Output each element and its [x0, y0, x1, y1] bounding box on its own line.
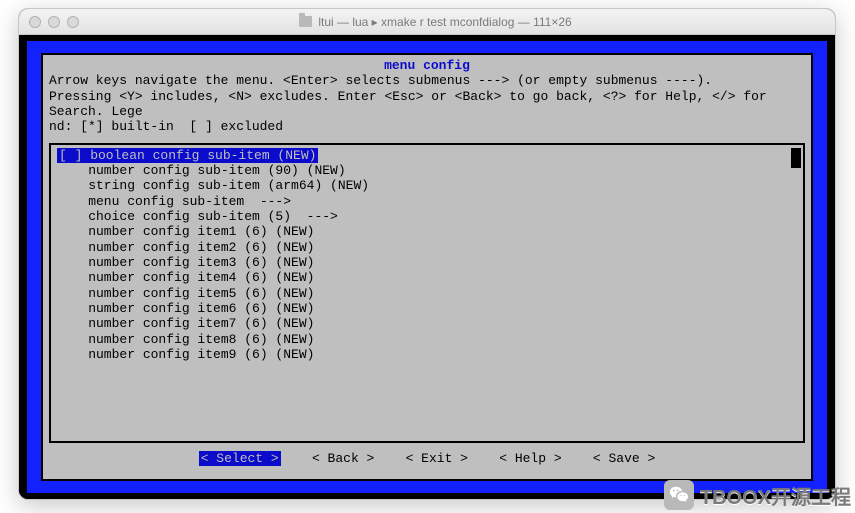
save-button[interactable]: < Save > — [593, 451, 655, 466]
help-text-line1: Arrow keys navigate the menu. <Enter> se… — [49, 73, 805, 88]
menu-item[interactable]: choice config sub-item (5) ---> — [57, 209, 793, 224]
watermark-text: TBOOX开源工程 — [700, 481, 851, 510]
select-button[interactable]: < Select > — [199, 451, 281, 466]
menu-item-selected[interactable]: [ ] boolean config sub-item (NEW) — [57, 148, 318, 163]
menu-item[interactable]: number config item9 (6) (NEW) — [57, 347, 793, 362]
window-title: ltui — lua ▸ xmake r test mconfdialog — … — [46, 15, 825, 29]
menu-item[interactable]: number config item5 (6) (NEW) — [57, 286, 793, 301]
close-icon[interactable] — [29, 16, 41, 28]
menu-item[interactable]: string config sub-item (arm64) (NEW) — [57, 178, 793, 193]
terminal-body: menu config Arrow keys navigate the menu… — [19, 35, 835, 499]
tui-background: menu config Arrow keys navigate the menu… — [27, 41, 827, 493]
dialog-title: menu config — [49, 58, 805, 73]
menu-item[interactable]: number config item3 (6) (NEW) — [57, 255, 793, 270]
menu-item[interactable]: number config item1 (6) (NEW) — [57, 224, 793, 239]
help-text-line2: Pressing <Y> includes, <N> excludes. Ent… — [49, 89, 805, 120]
menu-item[interactable]: number config item7 (6) (NEW) — [57, 316, 793, 331]
menu-item[interactable]: number config sub-item (90) (NEW) — [57, 163, 793, 178]
scrollbar-thumb[interactable] — [791, 148, 801, 168]
back-button[interactable]: < Back > — [312, 451, 374, 466]
menu-item[interactable]: number config item2 (6) (NEW) — [57, 240, 793, 255]
terminal-window: ltui — lua ▸ xmake r test mconfdialog — … — [18, 8, 836, 500]
menu-item[interactable]: number config item8 (6) (NEW) — [57, 332, 793, 347]
folder-icon — [299, 16, 312, 27]
menu-item[interactable]: menu config sub-item ---> — [57, 194, 793, 209]
menu-item[interactable]: number config item6 (6) (NEW) — [57, 301, 793, 316]
watermark: TBOOX开源工程 — [664, 480, 851, 510]
menu-list: [ ] boolean config sub-item (NEW) number… — [49, 143, 805, 443]
wechat-icon — [664, 480, 694, 510]
dialog-box: menu config Arrow keys navigate the menu… — [41, 53, 813, 481]
button-row: < Select > < Back > < Exit > < Help > < … — [49, 451, 805, 466]
exit-button[interactable]: < Exit > — [406, 451, 468, 466]
help-text-line3: nd: [*] built-in [ ] excluded — [49, 119, 805, 134]
menu-item[interactable]: number config item4 (6) (NEW) — [57, 270, 793, 285]
titlebar: ltui — lua ▸ xmake r test mconfdialog — … — [19, 9, 835, 35]
help-button[interactable]: < Help > — [499, 451, 561, 466]
window-title-text: ltui — lua ▸ xmake r test mconfdialog — … — [318, 15, 571, 29]
